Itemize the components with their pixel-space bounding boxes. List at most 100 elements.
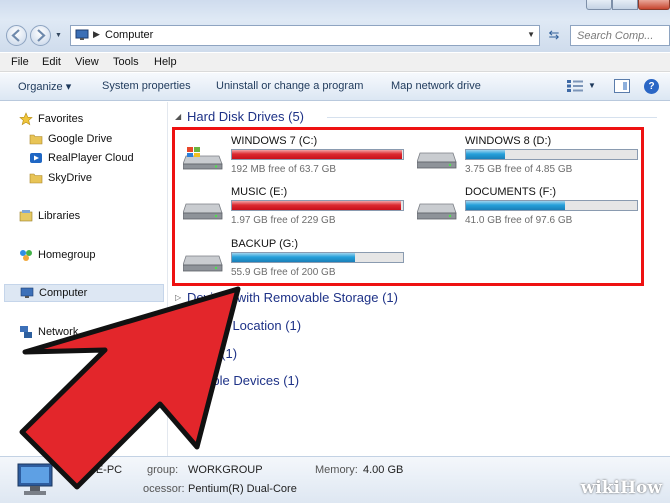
change-view-icon[interactable] — [566, 79, 584, 93]
path-location[interactable]: Computer — [105, 29, 153, 41]
pc-name: RAGE-PC — [72, 464, 123, 476]
address-dropdown-icon[interactable]: ▼ — [527, 30, 535, 39]
drive-name: DOCUMENTS (F:) — [465, 186, 557, 198]
group-header-portable-devices[interactable]: ortable Devices (1) — [190, 373, 299, 388]
sidebar-item-homegroup[interactable]: Homegroup — [19, 247, 159, 265]
hard-drive-icon — [183, 203, 223, 220]
drive-item-g[interactable]: BACKUP (G:) 55.9 GB free of 200 GB — [183, 237, 413, 285]
menu-help[interactable]: Help — [154, 56, 177, 68]
drive-usage-fill — [232, 253, 356, 262]
navigation-pane: Favorites Google Drive RealPlayer Cloud … — [0, 102, 168, 456]
realplayer-icon — [30, 153, 42, 163]
hard-drive-icon — [183, 255, 223, 272]
menu-tools[interactable]: Tools — [113, 56, 139, 68]
menu-edit[interactable]: Edit — [42, 56, 61, 68]
refresh-icon: ⇆ — [548, 27, 560, 42]
expand-icon[interactable]: ▷ — [175, 293, 181, 302]
organize-button[interactable]: Organize ▾ — [18, 80, 71, 93]
memory-label: Memory: — [315, 464, 358, 476]
sidebar-item-favorites[interactable]: Favorites — [19, 111, 159, 129]
group-header-removable-storage[interactable]: ▷ Devices with Removable Storage (1) — [175, 290, 398, 305]
drive-usage-fill — [466, 150, 506, 159]
drive-usage-fill — [232, 150, 403, 159]
forward-arrow-icon — [37, 29, 46, 42]
search-input[interactable]: Search Comp... — [570, 25, 670, 46]
drive-usage-bar — [465, 149, 638, 160]
drive-item-e[interactable]: MUSIC (E:) 1.97 GB free of 229 GB — [183, 185, 413, 233]
help-icon[interactable]: ? — [644, 79, 659, 94]
view-options-dropdown-icon[interactable]: ▼ — [588, 81, 596, 90]
maximize-button[interactable] — [612, 0, 638, 10]
star-icon — [19, 112, 33, 126]
sidebar-item-network[interactable]: Network — [19, 324, 159, 342]
drive-name: WINDOWS 8 (D:) — [465, 135, 552, 147]
drive-item-d[interactable]: WINDOWS 8 (D:) 3.75 GB free of 4.85 GB — [417, 134, 647, 182]
group-title: rk Location (1) — [218, 318, 302, 333]
sidebar-item-realplayer-cloud[interactable]: RealPlayer Cloud — [29, 150, 159, 168]
processor-value: Pentium(R) Dual-Core — [188, 483, 297, 495]
wikihow-watermark: wikiHow — [580, 478, 662, 498]
drive-free-space: 1.97 GB free of 229 GB — [231, 215, 336, 226]
drive-usage-fill — [466, 201, 566, 210]
drive-usage-bar — [465, 200, 638, 211]
command-bar: Organize ▾ System properties Uninstall o… — [0, 73, 670, 101]
forward-button[interactable] — [30, 25, 51, 46]
preview-pane-icon[interactable] — [614, 79, 630, 93]
address-path-field[interactable]: ▶ Computer ▼ — [70, 25, 540, 46]
sidebar-item-skydrive[interactable]: SkyDrive — [29, 170, 159, 188]
group-title: Hard Disk Drives (5) — [187, 109, 305, 124]
hard-drive-icon — [417, 152, 457, 169]
drive-free-space: 41.0 GB free of 97.6 GB — [465, 215, 573, 226]
system-properties-button[interactable]: System properties — [102, 80, 191, 92]
uninstall-program-button[interactable]: Uninstall or change a program — [216, 80, 363, 92]
folder-icon — [29, 134, 43, 145]
drive-free-space: 3.75 GB free of 4.85 GB — [465, 164, 573, 175]
menu-bar: File Edit View Tools Help — [0, 53, 670, 72]
network-icon — [20, 326, 32, 338]
drive-name: WINDOWS 7 (C:) — [231, 135, 318, 147]
drive-free-space: 55.9 GB free of 200 GB — [231, 267, 336, 278]
path-separator[interactable]: ▶ — [93, 29, 100, 40]
drive-item-f[interactable]: DOCUMENTS (F:) 41.0 GB free of 97.6 GB — [417, 185, 647, 233]
collapse-icon[interactable]: ◢ — [175, 112, 181, 121]
group-header-network-location[interactable]: rk Location (1) — [218, 318, 301, 333]
drive-free-space: 192 MB free of 63.7 GB — [231, 164, 337, 175]
close-button[interactable] — [638, 0, 670, 10]
drive-name: MUSIC (E:) — [231, 186, 288, 198]
memory-value: 4.00 GB — [363, 464, 404, 476]
address-bar: ▼ ▶ Computer ▼ ⇆ Search Comp... — [0, 20, 670, 52]
refresh-button[interactable]: ⇆ — [543, 25, 565, 46]
drive-item-c[interactable]: WINDOWS 7 (C:) 192 MB free of 63.7 GB — [183, 134, 413, 182]
sidebar-item-google-drive[interactable]: Google Drive — [29, 131, 159, 149]
computer-icon — [17, 463, 53, 495]
group-title: ortable Devices (1) — [190, 373, 300, 388]
hard-drive-icon — [417, 203, 457, 220]
group-divider — [327, 117, 657, 118]
libraries-icon — [19, 210, 33, 222]
group-title: er (1) — [206, 346, 238, 361]
minimize-button[interactable] — [586, 0, 612, 10]
drive-name: BACKUP (G:) — [231, 238, 299, 250]
drive-usage-bar — [231, 149, 404, 160]
computer-icon — [20, 287, 34, 298]
title-strip — [0, 0, 670, 20]
group-header-other[interactable]: er (1) — [206, 346, 237, 361]
sidebar-item-computer[interactable]: Computer — [4, 284, 164, 302]
details-pane: RAGE-PC group: WORKGROUP Memory: 4.00 GB… — [0, 456, 670, 503]
map-network-drive-button[interactable]: Map network drive — [391, 80, 481, 92]
folder-icon — [29, 173, 43, 184]
sidebar-item-libraries[interactable]: Libraries — [19, 208, 159, 226]
back-button[interactable] — [6, 25, 27, 46]
content-area: ◢ Hard Disk Drives (5) WINDOWS 7 (C:) 19… — [169, 102, 670, 456]
homegroup-icon — [20, 250, 32, 261]
computer-icon — [75, 29, 89, 40]
workgroup-label: group: — [147, 464, 179, 476]
drive-usage-fill — [232, 201, 402, 210]
group-header-hard-disk-drives[interactable]: ◢ Hard Disk Drives (5) — [175, 109, 657, 124]
back-arrow-icon — [11, 29, 20, 42]
recent-pages-dropdown[interactable]: ▼ — [55, 32, 62, 39]
menu-file[interactable]: File — [11, 56, 29, 68]
drive-usage-bar — [231, 200, 404, 211]
menu-view[interactable]: View — [75, 56, 99, 68]
windows-drive-icon — [183, 147, 223, 170]
